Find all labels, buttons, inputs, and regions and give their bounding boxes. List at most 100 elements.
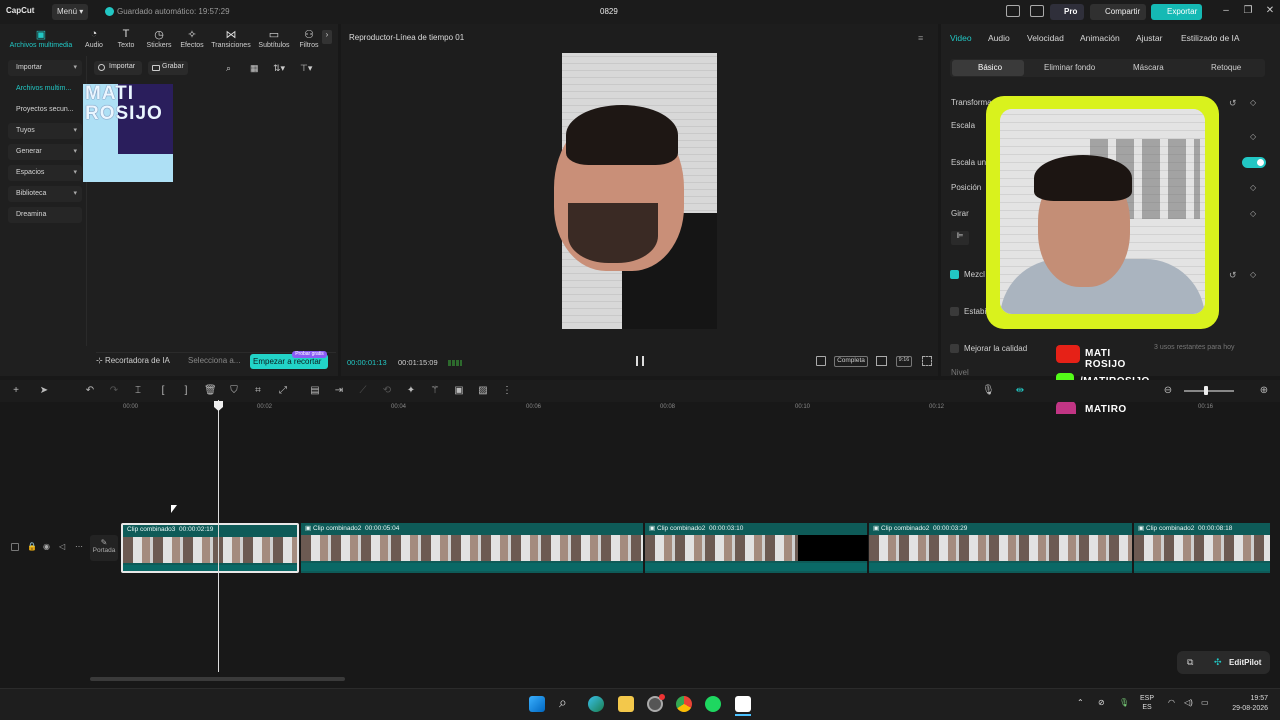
sidebar-item-generate[interactable]: Generar ▾ (8, 144, 82, 160)
sidebar-item-yours[interactable]: Tuyos ▾ (8, 123, 82, 139)
zoom-out-icon[interactable]: ⊖ (1162, 385, 1174, 397)
playhead[interactable] (218, 400, 219, 672)
tray-overflow-icon[interactable]: ⌃ (1077, 698, 1084, 707)
uniform-scale-toggle[interactable] (1242, 157, 1266, 168)
edge-icon[interactable] (588, 696, 604, 712)
add-track-icon[interactable]: + (10, 385, 22, 397)
filter-icon[interactable]: ⊤▾ (300, 63, 312, 74)
mic-tray-icon[interactable]: 🎙 (1119, 698, 1129, 707)
blend-checkbox[interactable] (950, 270, 959, 279)
crop-icon[interactable] (816, 356, 826, 366)
split-right-icon[interactable]: ] (180, 385, 192, 397)
sidebar-item-media-files[interactable]: Archivos multim... (8, 81, 82, 97)
volume-icon[interactable]: ◁) (1184, 698, 1193, 707)
image-icon[interactable]: ▨ (477, 385, 489, 397)
monitor-icon[interactable] (1030, 5, 1044, 17)
spotify-icon[interactable] (705, 696, 721, 712)
microphone-icon[interactable]: 🎙 (982, 385, 995, 397)
tab-adjust[interactable]: Ajustar (1136, 33, 1162, 43)
taskbar-clock[interactable]: 19:57 29-08-2026 (1224, 694, 1268, 714)
reset-icon[interactable]: ↺ (1229, 270, 1237, 281)
tab-transitions[interactable]: ⋈ Transiciones (209, 28, 253, 49)
sidebar-item-subprojects[interactable]: Proyectos secun... (8, 102, 82, 118)
undo-icon[interactable]: ↶ (84, 385, 96, 397)
tabs-next-icon[interactable]: › (322, 30, 332, 44)
maximize-icon[interactable]: ❐ (1241, 5, 1255, 19)
screenshot-icon[interactable] (876, 356, 887, 366)
player-menu-icon[interactable]: ≡ (918, 33, 923, 43)
rotate-tool-icon[interactable]: ⟲ (381, 385, 393, 397)
tab-effects[interactable]: ✧ Efectos (170, 28, 214, 49)
share-button[interactable]: Compartir (1090, 4, 1146, 20)
sidebar-item-dreamina[interactable]: Dreamina (8, 207, 82, 223)
capcut-taskbar-icon[interactable] (735, 696, 751, 712)
pause-icon[interactable] (636, 356, 644, 366)
link-icon[interactable]: ⇹ (1014, 385, 1026, 397)
layout-icon[interactable] (1006, 5, 1020, 17)
timeline-clip[interactable]: ▣ Clip combinado2 00:00:05:04 (301, 523, 643, 573)
keyframe-icon[interactable]: ◇ (1250, 132, 1256, 141)
sort-icon[interactable]: ⇅▾ (273, 63, 285, 74)
search-icon[interactable]: ⌕ (226, 63, 231, 74)
pro-button[interactable]: Pro (1050, 4, 1084, 20)
tab-ai-style[interactable]: Estilizado de IA (1181, 33, 1240, 43)
subtab-mask[interactable]: Máscara (1133, 63, 1164, 72)
split-left-icon[interactable]: [ (157, 385, 169, 397)
marker-icon[interactable]: ⛉ (228, 385, 240, 397)
search-taskbar-icon[interactable]: ⌕ (559, 694, 567, 711)
transform-tool-icon[interactable]: ⤢ (277, 385, 289, 397)
align-icon[interactable]: ⊫ (951, 231, 969, 245)
tab-video[interactable]: Video (950, 33, 972, 43)
subtab-retouch[interactable]: Retoque (1211, 63, 1241, 72)
stabilize-checkbox[interactable] (950, 307, 959, 316)
mirror-icon[interactable]: ⟋ (357, 385, 369, 397)
cover-button[interactable]: ✎ Portada (90, 535, 118, 561)
video-preview[interactable] (554, 53, 717, 329)
subtab-remove-bg[interactable]: Eliminar fondo (1044, 63, 1095, 72)
redo-icon[interactable]: ↷ (108, 385, 120, 397)
keyframe-icon[interactable]: ◇ (1250, 209, 1256, 218)
track-toggle-icon[interactable] (11, 543, 19, 551)
language-indicator[interactable]: ESP ES (1140, 694, 1154, 712)
file-explorer-icon[interactable] (618, 696, 634, 712)
zoom-slider-handle[interactable] (1204, 386, 1208, 395)
ai-tool-icon[interactable]: ✦ (405, 385, 417, 397)
timeline-clip[interactable]: Clip combinado3 00:00:02:19 (121, 523, 299, 573)
sidebar-item-import[interactable]: Importar ▾ (8, 60, 82, 76)
freeze-icon[interactable]: ▤ (309, 385, 321, 397)
timeline-scrollbar[interactable] (90, 677, 345, 681)
split-icon[interactable]: ⌶ (132, 385, 144, 397)
audio-wave-icon[interactable]: ⋮ (501, 385, 513, 397)
wifi-icon[interactable]: ◠ (1168, 698, 1175, 707)
tab-speed[interactable]: Velocidad (1027, 33, 1064, 43)
network-off-icon[interactable]: ⊘ (1098, 698, 1105, 707)
caption-icon[interactable]: ▣ (453, 385, 465, 397)
delete-icon[interactable]: 🗑 (204, 385, 217, 397)
battery-icon[interactable]: ▭ (1201, 698, 1209, 707)
export-button[interactable]: Exportar (1151, 4, 1202, 20)
reset-icon[interactable]: ↺ (1229, 98, 1237, 109)
aspect-ratio-button[interactable]: 9:16 (896, 356, 912, 367)
tab-media[interactable]: ▣ Archivos multimedia (5, 28, 77, 49)
chrome-icon[interactable] (676, 696, 692, 712)
crop-tool-icon[interactable]: ⌗ (252, 385, 264, 397)
minimize-icon[interactable]: – (1219, 5, 1233, 19)
timeline-clip[interactable]: ▣ Clip combinado2 00:00:08:18 (1134, 523, 1270, 573)
reverse-icon[interactable]: ⇥ (333, 385, 345, 397)
zoom-in-icon[interactable]: ⊕ (1258, 385, 1270, 397)
select-tool-icon[interactable]: ➤ (38, 385, 50, 397)
tab-audio-props[interactable]: Audio (988, 33, 1010, 43)
subtab-basic[interactable]: Básico (978, 63, 1002, 72)
timeline-ruler[interactable]: 00:00 00:02 00:04 00:06 00:08 00:10 00:1… (90, 400, 1280, 414)
lock-icon[interactable]: 🔒 (27, 542, 37, 551)
quality-full-button[interactable]: Completa (834, 356, 868, 367)
keyframe-icon[interactable]: ◇ (1250, 98, 1256, 107)
grid-view-icon[interactable]: ▦ (250, 63, 259, 74)
windows-start-icon[interactable] (529, 696, 545, 712)
close-icon[interactable]: ✕ (1263, 5, 1277, 19)
menu-button[interactable]: Menú ▾ (52, 4, 88, 20)
sidebar-item-spaces[interactable]: Espacios ▾ (8, 165, 82, 181)
keyframe-icon[interactable]: ◇ (1250, 270, 1256, 279)
timeline-clip[interactable]: ▣ Clip combinado2 00:00:03:29 (869, 523, 1132, 573)
project-title[interactable]: 0829 (600, 7, 618, 16)
